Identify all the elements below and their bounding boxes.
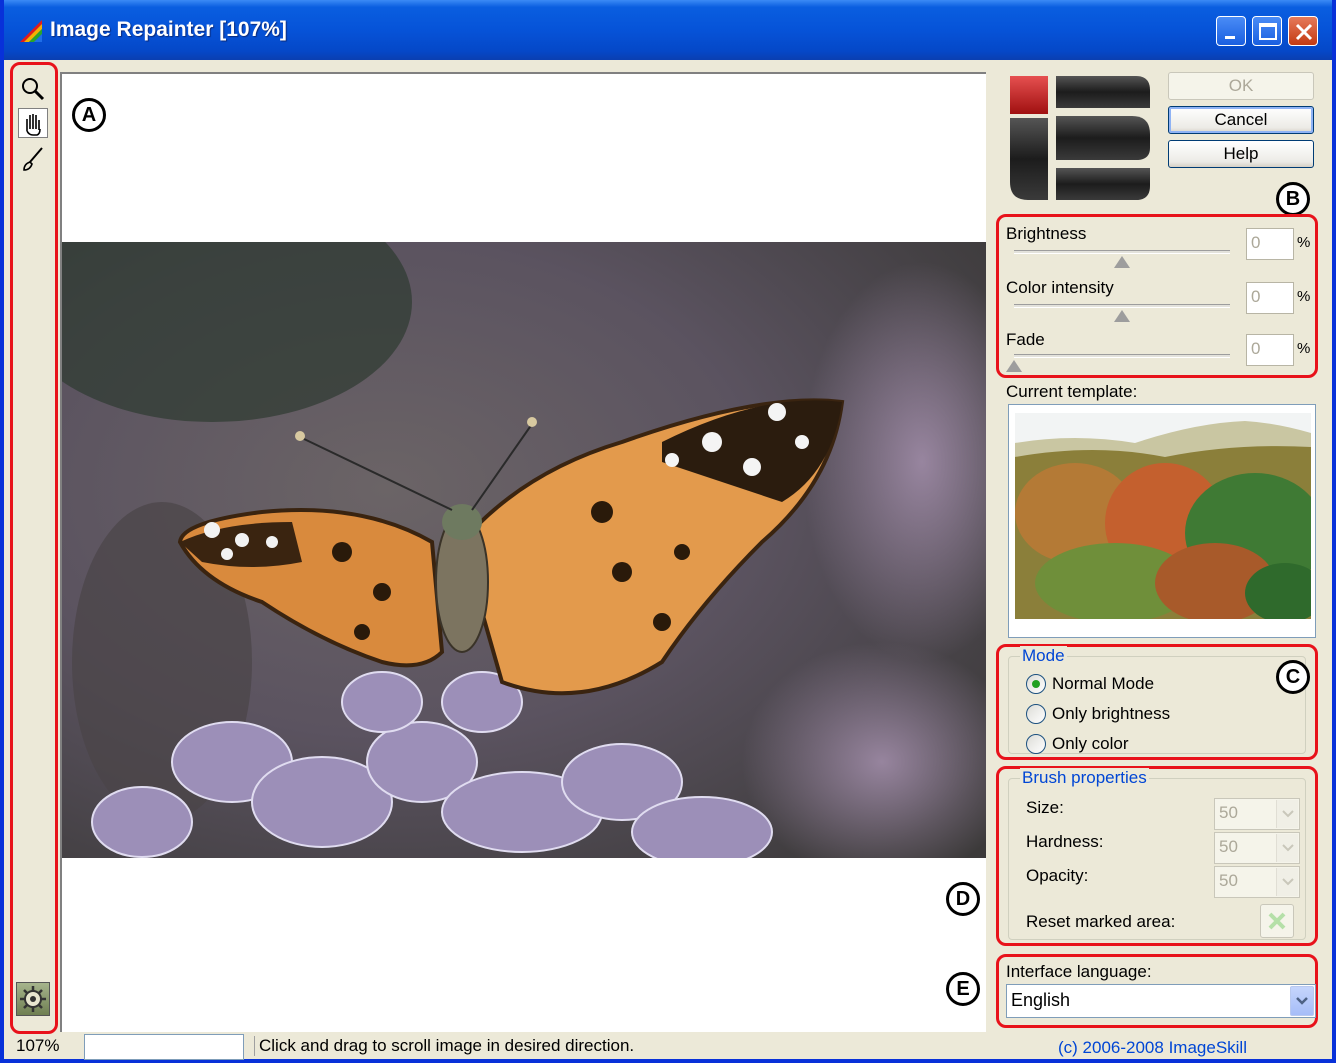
radio-normal-mode[interactable] — [1026, 674, 1046, 694]
ok-button[interactable]: OK — [1168, 72, 1314, 100]
window-title: Image Repainter [107%] — [50, 18, 287, 41]
radio-only-color-label[interactable]: Only color — [1052, 734, 1129, 754]
close-icon — [1295, 23, 1313, 41]
status-progress-box — [84, 1034, 244, 1060]
title-bar[interactable]: Image Repainter [107%] — [4, 0, 1332, 60]
brush-opacity-value: 50 — [1219, 871, 1238, 890]
brush-size-value: 50 — [1219, 803, 1238, 822]
color-intensity-label: Color intensity — [1006, 278, 1114, 297]
clear-x-icon — [1268, 912, 1286, 930]
status-bar: 107% Click and drag to scroll image in d… — [8, 1032, 1336, 1063]
mode-group-title: Mode — [1020, 646, 1067, 666]
brush-size-label: Size: — [1026, 798, 1064, 817]
chevron-down-icon — [1276, 800, 1298, 828]
annotation-marker-c: C — [1276, 660, 1310, 694]
color-intensity-slider[interactable] — [1014, 304, 1230, 308]
imageskill-logo — [1010, 76, 1150, 200]
brush-hardness-label: Hardness: — [1026, 832, 1104, 851]
brush-size-select[interactable]: 50 — [1214, 798, 1300, 830]
annotation-marker-d: D — [946, 882, 980, 916]
brush-opacity-label: Opacity: — [1026, 866, 1089, 885]
brush-hardness-value: 50 — [1219, 837, 1238, 856]
chevron-down-icon — [1276, 868, 1298, 896]
copyright-link[interactable]: (c) 2006-2008 ImageSkill — [1058, 1038, 1247, 1058]
interface-language-value: English — [1011, 990, 1071, 1010]
color-intensity-slider-thumb[interactable] — [1114, 310, 1130, 322]
reset-marked-area-button[interactable] — [1260, 904, 1294, 938]
fade-label: Fade — [1006, 330, 1045, 349]
minimize-icon — [1225, 36, 1235, 39]
maximize-icon — [1259, 23, 1277, 40]
radio-only-brightness[interactable] — [1026, 704, 1046, 724]
template-landscape-image — [1015, 413, 1311, 619]
radio-normal-mode-label[interactable]: Normal Mode — [1052, 674, 1154, 694]
close-button[interactable] — [1288, 16, 1318, 46]
reset-marked-area-label: Reset marked area: — [1026, 912, 1176, 931]
status-message: Click and drag to scroll image in desire… — [254, 1036, 634, 1056]
radio-only-color[interactable] — [1026, 734, 1046, 754]
image-repainter-window: Image Repainter [107%] A OK Cancel Help … — [0, 0, 1336, 1063]
maximize-button[interactable] — [1252, 16, 1282, 46]
brush-hardness-select[interactable]: 50 — [1214, 832, 1300, 864]
help-button[interactable]: Help — [1168, 140, 1314, 168]
brightness-input[interactable]: 0 — [1246, 228, 1294, 260]
annotation-box-toolbar — [10, 62, 58, 1034]
status-zoom: 107% — [16, 1036, 60, 1055]
image-canvas[interactable] — [60, 72, 986, 1032]
color-intensity-input[interactable]: 0 — [1246, 282, 1294, 314]
brightness-unit: % — [1297, 234, 1311, 251]
rainbow-app-icon — [20, 20, 42, 42]
color-intensity-unit: % — [1297, 288, 1311, 305]
chevron-down-icon — [1276, 834, 1298, 862]
brush-properties-title: Brush properties — [1020, 768, 1149, 788]
fade-unit: % — [1297, 340, 1311, 357]
chevron-down-icon — [1290, 986, 1314, 1016]
radio-only-brightness-label[interactable]: Only brightness — [1052, 704, 1170, 724]
interface-language-label: Interface language: — [1006, 962, 1152, 981]
fade-slider[interactable] — [1014, 354, 1230, 358]
brightness-slider-thumb[interactable] — [1114, 256, 1130, 268]
annotation-marker-a: A — [72, 98, 106, 132]
interface-language-select[interactable]: English — [1006, 984, 1316, 1018]
annotation-marker-e: E — [946, 972, 980, 1006]
fade-slider-thumb[interactable] — [1006, 360, 1022, 372]
fade-input[interactable]: 0 — [1246, 334, 1294, 366]
cancel-button[interactable]: Cancel — [1168, 106, 1314, 134]
butterfly-photo — [62, 242, 986, 858]
current-template-label: Current template: — [1006, 382, 1138, 401]
annotation-marker-b: B — [1276, 182, 1310, 216]
template-preview[interactable] — [1008, 404, 1316, 638]
brightness-slider[interactable] — [1014, 250, 1230, 254]
brightness-label: Brightness — [1006, 224, 1087, 243]
brush-opacity-select[interactable]: 50 — [1214, 866, 1300, 898]
minimize-button[interactable] — [1216, 16, 1246, 46]
